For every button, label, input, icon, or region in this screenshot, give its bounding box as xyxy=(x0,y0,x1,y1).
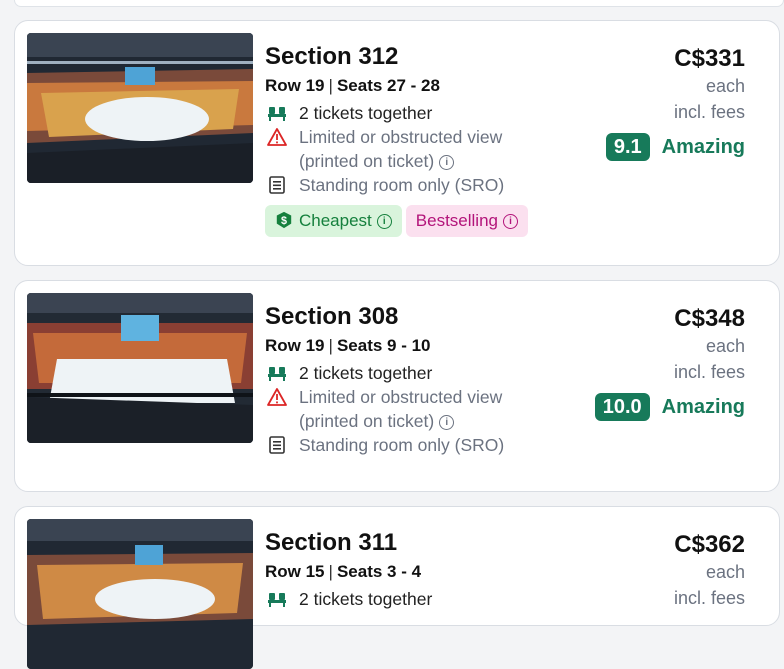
section-title[interactable]: Section 311 xyxy=(265,529,585,557)
row-label: Row 19 xyxy=(265,76,325,95)
svg-text:$: $ xyxy=(281,215,287,227)
section-title[interactable]: Section 308 xyxy=(265,303,585,331)
rating-label: Amazing xyxy=(661,395,745,418)
row-label: Row 15 xyxy=(265,562,325,581)
previous-card-edge xyxy=(14,0,784,7)
seats-label: Seats 27 - 28 xyxy=(336,76,440,95)
info-icon[interactable]: i xyxy=(439,154,455,170)
feature-sro: Standing room only (SRO) xyxy=(265,173,585,197)
row-seats: Row 15 | Seats 3 - 4 xyxy=(265,562,422,581)
price: C$331 xyxy=(674,45,745,72)
list-icon xyxy=(267,435,287,455)
section-view-image xyxy=(27,33,253,183)
row-seats: Row 19 | Seats 9 - 10 xyxy=(265,336,431,355)
feature-together: 2 tickets together xyxy=(265,101,585,125)
feature-obstructed: Limited or obstructed view (printed on t… xyxy=(265,385,585,433)
warning-icon xyxy=(267,127,287,147)
seats-icon xyxy=(267,103,287,123)
arena-illustration xyxy=(27,33,253,183)
seats-label: Seats 3 - 4 xyxy=(336,562,422,581)
seats-label: Seats 9 - 10 xyxy=(336,336,431,355)
rating-score: 9.1 xyxy=(605,133,650,161)
bestselling-badge[interactable]: Bestselling i xyxy=(405,205,528,237)
listing-card[interactable]: Section 311 Row 15 | Seats 3 - 4 2 tickets… xyxy=(14,506,780,669)
price-unit: each xyxy=(705,76,745,96)
rating-label: Amazing xyxy=(661,135,745,158)
row-label: Row 19 xyxy=(265,336,325,355)
price-note: incl. fees xyxy=(673,102,745,122)
arena-illustration xyxy=(27,519,253,669)
rating: 9.1 Amazing xyxy=(545,133,745,161)
cheapest-badge[interactable]: $ Cheapest i xyxy=(265,205,402,237)
row-seats: Row 19 | Seats 27 - 28 xyxy=(265,76,440,95)
dollar-badge-icon: $ xyxy=(276,211,292,229)
price-block: C$348 each incl. fees 10.0 Amazing xyxy=(545,305,745,421)
info-icon[interactable]: i xyxy=(503,214,518,230)
info-icon[interactable]: i xyxy=(439,414,455,430)
seats-icon xyxy=(267,589,287,609)
rating: 10.0 Amazing xyxy=(545,393,745,421)
price-block: C$331 each incl. fees 9.1 Amazing xyxy=(545,45,745,161)
section-view-image xyxy=(27,519,253,669)
feature-obstructed: Limited or obstructed view (printed on t… xyxy=(265,125,585,173)
arena-illustration xyxy=(27,293,253,443)
seats-icon xyxy=(267,363,287,383)
price-unit: each xyxy=(705,562,745,582)
price-note: incl. fees xyxy=(673,588,745,608)
feature-sro: Standing room only (SRO) xyxy=(265,433,585,457)
feature-together: 2 tickets together xyxy=(265,361,585,385)
warning-icon xyxy=(267,387,287,407)
listing-card[interactable]: Section 308 Row 19 | Seats 9 - 10 2 ticket… xyxy=(14,280,780,492)
price-unit: each xyxy=(705,336,745,356)
info-icon[interactable]: i xyxy=(376,214,392,230)
list-icon xyxy=(267,175,287,195)
tag-row: $ Cheapest i Bestselling i xyxy=(265,205,585,237)
section-view-image xyxy=(27,293,253,443)
price: C$348 xyxy=(674,305,745,332)
section-title[interactable]: Section 312 xyxy=(265,43,585,71)
rating-score: 10.0 xyxy=(594,393,650,421)
price-note: incl. fees xyxy=(673,362,745,382)
listing-card[interactable]: Section 312 Row 19 | Seats 27 - 28 2 ticke… xyxy=(14,20,780,266)
feature-together: 2 tickets together xyxy=(265,587,585,611)
price-block: C$362 each incl. fees xyxy=(545,531,745,611)
price: C$362 xyxy=(674,531,745,558)
